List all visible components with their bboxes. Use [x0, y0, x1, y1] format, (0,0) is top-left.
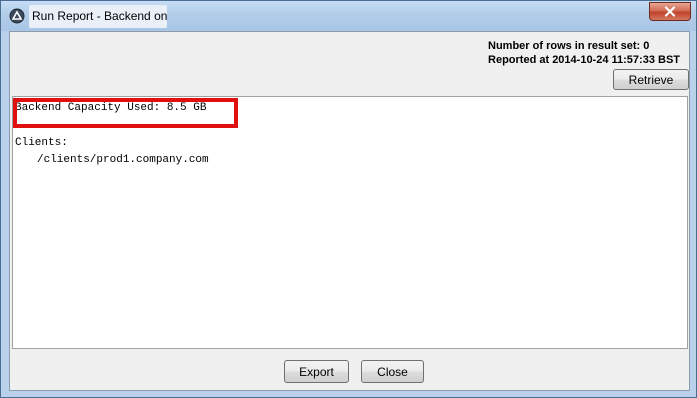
- app-logo-icon: [9, 8, 25, 24]
- window-title-container: Run Report - Backend on: [29, 5, 167, 28]
- export-button[interactable]: Export: [284, 360, 349, 383]
- title-bar[interactable]: Run Report - Backend on: [1, 1, 696, 31]
- highlight-box: [13, 98, 238, 128]
- reported-at-text: Reported at 2014-10-24 11:57:33 BST: [488, 54, 680, 66]
- close-icon: [664, 6, 676, 17]
- clients-heading: Clients:: [15, 137, 68, 149]
- report-output-area[interactable]: Backend Capacity Used: 8.5 GB Clients: /…: [12, 96, 688, 349]
- close-button[interactable]: Close: [361, 360, 424, 383]
- client-path: /clients/prod1.company.com: [37, 154, 209, 166]
- dialog-content: Number of rows in result set: 0 Reported…: [9, 31, 690, 391]
- report-window: Run Report - Backend on Number of rows i…: [0, 0, 697, 398]
- rows-count-text: Number of rows in result set: 0: [488, 40, 650, 52]
- result-info: Number of rows in result set: 0 Reported…: [488, 39, 680, 67]
- retrieve-button[interactable]: Retrieve: [613, 69, 689, 90]
- window-close-button[interactable]: [649, 2, 691, 21]
- window-title: Run Report - Backend on: [32, 9, 167, 23]
